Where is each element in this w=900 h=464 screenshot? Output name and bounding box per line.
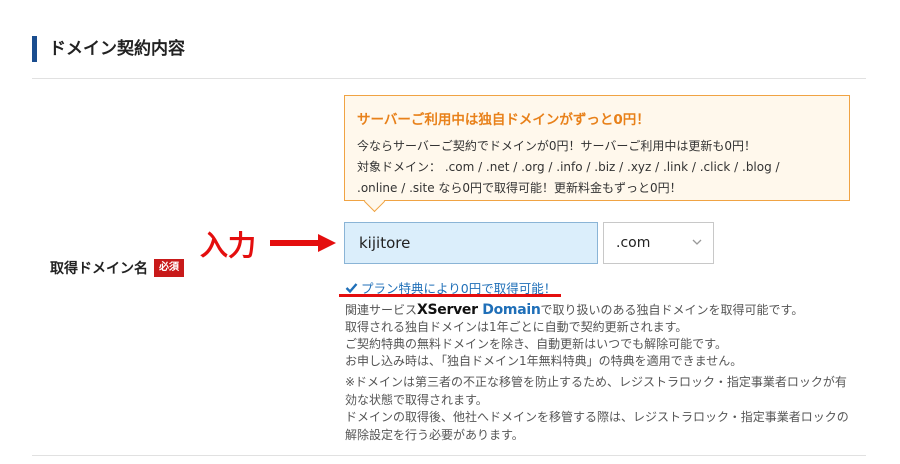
divider-bottom (32, 455, 866, 456)
section-title: ドメイン契約内容 (32, 36, 185, 62)
note-related-service: 関連サービスXServer Domainで取り扱いのある独自ドメインを取得可能で… (345, 302, 865, 319)
note-line-7: ドメインの取得後、他社へドメインを移管する際は、レジストラロック・指定事業者ロッ… (345, 410, 849, 424)
callout-body: 今ならサーバーご契約でドメインが0円！サーバーご利用中は更新も0円！ 対象ドメイ… (357, 136, 835, 199)
note-related-prefix: 関連サービス (345, 303, 418, 317)
check-icon (345, 282, 358, 293)
field-label-text: 取得ドメイン名 (50, 261, 148, 277)
callout-line-1: 今ならサーバーご契約でドメインが0円！サーバーご利用中は更新も0円！ (357, 139, 757, 153)
input-annotation: 入力 (200, 229, 257, 262)
note-line-5: ※ドメインは第三者の不正な移管を防止するため、レジストラロック・指定事業者ロック… (345, 375, 847, 389)
callout-line-2: 対象ドメイン： .com / .net / .org / .info / .bi… (357, 160, 780, 174)
note-related-suffix: で取り扱いのある独自ドメインを取得可能です。 (540, 303, 804, 317)
divider-top (32, 78, 866, 79)
note-line-4: お申し込み時は、「独自ドメイン1年無料特典」の特典を適用できません。 (345, 354, 743, 368)
note-line-2: 取得される独自ドメインは1年ごとに自動で契約更新されます。 (345, 320, 688, 334)
callout-line-3: .online / .site なら0円で取得可能！更新料金もずっと0円！ (357, 181, 682, 195)
domain-lock-notes: ※ドメインは第三者の不正な移管を防止するため、レジストラロック・指定事業者ロック… (345, 374, 860, 444)
benefit-red-underline (339, 294, 561, 297)
note-line-8: 解除設定を行う必要があります。 (345, 427, 524, 442)
promo-callout: サーバーご利用中は独自ドメインがずっと0円！ 今ならサーバーご契約でドメインが0… (344, 95, 850, 201)
logo-domain: Domain (482, 302, 541, 318)
domain-field-label: 取得ドメイン名 必須 (50, 258, 184, 278)
domain-notes: 関連サービスXServer Domainで取り扱いのある独自ドメインを取得可能で… (345, 302, 865, 370)
required-badge: 必須 (154, 259, 184, 277)
tld-select[interactable]: .com (603, 222, 714, 264)
xserver-domain-logo: XServer Domain (417, 302, 541, 318)
note-line-3: ご契約特典の無料ドメインを除き、自動更新はいつでも解除可能です。 (345, 337, 727, 351)
tld-selected-value: .com (616, 235, 651, 251)
logo-xserver: XServer (417, 302, 478, 318)
domain-name-input[interactable] (344, 222, 598, 264)
chevron-down-icon (692, 239, 702, 245)
arrow-right-icon (270, 234, 336, 252)
callout-title: サーバーご利用中は独自ドメインがずっと0円！ (357, 112, 650, 128)
note-line-6: 効な状態で取得されます。 (345, 392, 488, 407)
